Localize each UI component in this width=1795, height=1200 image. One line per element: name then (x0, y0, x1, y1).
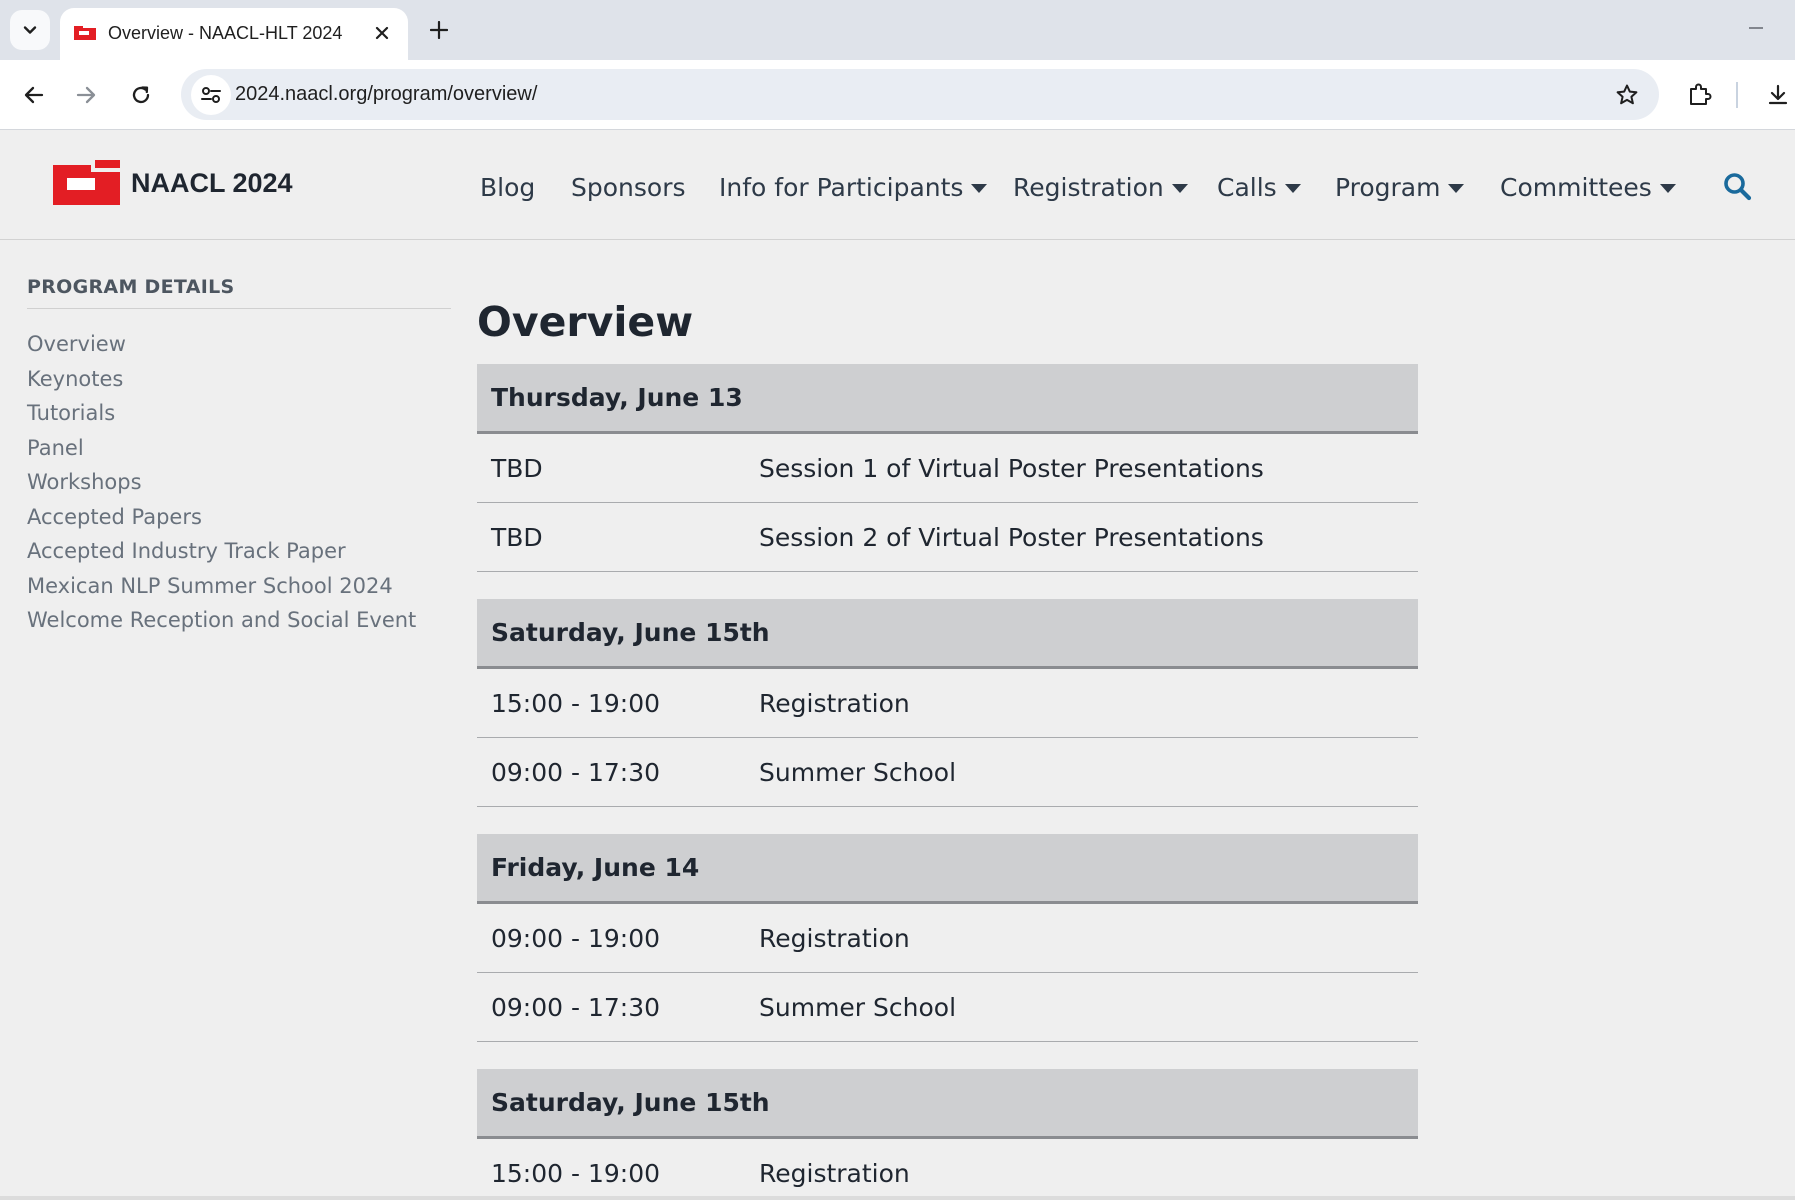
time-cell: 09:00 - 17:30 (491, 992, 661, 1022)
site-search-button[interactable] (1720, 169, 1754, 203)
naacl-favicon-icon (74, 24, 96, 40)
forward-button[interactable] (66, 75, 106, 115)
day-block: Saturday, June 15th 15:00 - 19:00 Regist… (477, 599, 1418, 807)
sidebar-item-keynotes[interactable]: Keynotes (27, 362, 451, 397)
event-cell: Registration (759, 923, 910, 953)
event-cell: Summer School (759, 992, 957, 1022)
caret-down-icon (1448, 183, 1465, 193)
table-row: 15:00 - 19:00 Registration (477, 1139, 1418, 1200)
event-cell: Registration (759, 1158, 910, 1188)
reload-button[interactable] (121, 75, 161, 115)
search-icon (1724, 173, 1752, 201)
sidebar-item-overview[interactable]: Overview (27, 327, 451, 362)
extensions-button[interactable] (1680, 75, 1720, 115)
star-icon (1616, 84, 1638, 105)
sidebar-item-summer-school[interactable]: Mexican NLP Summer School 2024 (27, 569, 451, 604)
sidebar-item-panel[interactable]: Panel (27, 431, 451, 466)
nav-program[interactable]: Program (1335, 169, 1465, 205)
nav-label: Blog (480, 172, 536, 202)
downloads-button[interactable] (1758, 75, 1795, 115)
url-text[interactable]: 2024.naacl.org/program/overview/ (235, 83, 537, 106)
event-cell: Registration (759, 688, 910, 718)
event-cell: Summer School (759, 757, 957, 787)
toolbar-divider (1736, 82, 1738, 108)
close-tab-button[interactable] (370, 21, 394, 45)
event-cell: Session 1 of Virtual Poster Presentation… (759, 453, 1264, 483)
sidebar-item-welcome-reception[interactable]: Welcome Reception and Social Event (27, 603, 451, 638)
nav-label: Info for Participants (719, 172, 964, 202)
minimize-window-button[interactable] (1741, 16, 1771, 40)
nav-sponsors[interactable]: Sponsors (571, 169, 686, 205)
naacl-logo-icon[interactable] (53, 160, 120, 205)
caret-down-icon (1171, 183, 1188, 193)
caret-down-icon (971, 183, 988, 193)
time-cell: TBD (491, 453, 543, 483)
arrow-right-icon (76, 86, 96, 104)
browser-toolbar: 2024.naacl.org/program/overview/ (0, 60, 1795, 130)
time-cell: 09:00 - 17:30 (491, 757, 661, 787)
nav-calls[interactable]: Calls (1217, 169, 1301, 205)
site-info-button[interactable] (191, 75, 231, 115)
sidebar-item-workshops[interactable]: Workshops (27, 465, 451, 500)
sidebar-item-accepted-papers[interactable]: Accepted Papers (27, 500, 451, 535)
event-cell: Session 2 of Virtual Poster Presentation… (759, 522, 1264, 552)
day-header: Saturday, June 15th (477, 1069, 1418, 1139)
nav-blog[interactable]: Blog (480, 169, 535, 205)
nav-info-for-participants[interactable]: Info for Participants (719, 169, 988, 205)
puzzle-icon (1690, 83, 1712, 105)
time-cell: 15:00 - 19:00 (491, 1158, 661, 1188)
day-header: Saturday, June 15th (477, 599, 1418, 669)
close-icon (375, 26, 389, 40)
nav-label: Committees (1500, 172, 1652, 202)
time-cell: 15:00 - 19:00 (491, 688, 661, 718)
sidebar-item-industry-track[interactable]: Accepted Industry Track Paper (27, 534, 451, 569)
site-header: NAACL 2024 Blog Sponsors Info for Partic… (0, 131, 1795, 240)
sidebar-heading: PROGRAM DETAILS (27, 276, 451, 309)
program-details-sidebar: PROGRAM DETAILS Overview Keynotes Tutori… (27, 276, 451, 638)
day-header: Friday, June 14 (477, 834, 1418, 904)
table-row: 09:00 - 17:30 Summer School (477, 738, 1418, 807)
sidebar-item-tutorials[interactable]: Tutorials (27, 396, 451, 431)
day-block: Saturday, June 15th 15:00 - 19:00 Regist… (477, 1069, 1418, 1200)
nav-committees[interactable]: Committees (1500, 169, 1676, 205)
site-logo-text[interactable]: NAACL 2024 (131, 168, 293, 199)
nav-label: Registration (1013, 172, 1164, 202)
sidebar-list: Overview Keynotes Tutorials Panel Worksh… (27, 327, 451, 638)
table-row: 09:00 - 17:30 Summer School (477, 973, 1418, 1042)
bookmark-button[interactable] (1609, 77, 1645, 113)
arrow-left-icon (24, 86, 44, 104)
tab-title: Overview - NAACL-HLT 2024 (108, 23, 343, 43)
table-row: 15:00 - 19:00 Registration (477, 669, 1418, 738)
schedule-table: Thursday, June 13 TBD Session 1 of Virtu… (477, 364, 1418, 1200)
address-bar[interactable]: 2024.naacl.org/program/overview/ (181, 69, 1659, 120)
table-row: TBD Session 2 of Virtual Poster Presenta… (477, 503, 1418, 572)
new-tab-button[interactable] (423, 14, 455, 46)
download-icon (1768, 84, 1788, 105)
back-button[interactable] (14, 75, 54, 115)
time-cell: 09:00 - 19:00 (491, 923, 661, 953)
table-row: 09:00 - 19:00 Registration (477, 904, 1418, 973)
nav-registration[interactable]: Registration (1013, 169, 1188, 205)
tune-icon (201, 87, 221, 103)
nav-label: Program (1335, 172, 1441, 202)
caret-down-icon (1284, 183, 1301, 193)
chevron-down-icon (23, 26, 37, 34)
time-cell: TBD (491, 522, 543, 552)
tab-search-button[interactable] (10, 10, 50, 50)
nav-label: Calls (1217, 172, 1277, 202)
viewport-bottom-edge (0, 1196, 1795, 1200)
caret-down-icon (1659, 183, 1676, 193)
plus-icon (430, 21, 448, 39)
minimize-icon (1749, 27, 1763, 29)
day-header: Thursday, June 13 (477, 364, 1418, 434)
browser-tab-active[interactable]: Overview - NAACL-HLT 2024 (60, 8, 408, 60)
reload-icon (132, 86, 150, 104)
nav-label: Sponsors (571, 172, 686, 202)
table-row: TBD Session 1 of Virtual Poster Presenta… (477, 434, 1418, 503)
day-block: Thursday, June 13 TBD Session 1 of Virtu… (477, 364, 1418, 572)
day-block: Friday, June 14 09:00 - 19:00 Registrati… (477, 834, 1418, 1042)
page-title: Overview (477, 298, 694, 346)
browser-tab-strip: Overview - NAACL-HLT 2024 (0, 0, 1795, 60)
